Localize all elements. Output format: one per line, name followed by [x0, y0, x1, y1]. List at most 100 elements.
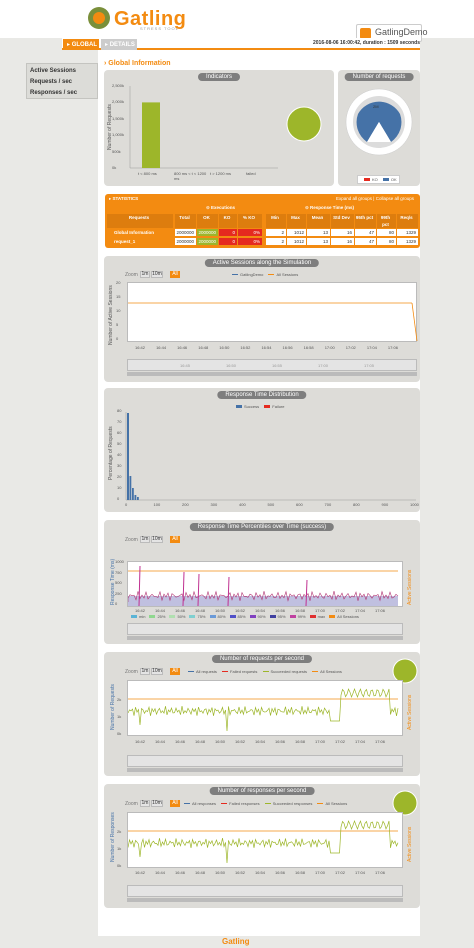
responses-per-sec-xtick: 16:48: [195, 870, 206, 875]
rt-percentiles-legend: min 25% 50% 75% 80% 85% 90% 95% 99% max All Sessio…: [127, 614, 403, 619]
rt-distribution-chart: [125, 412, 416, 501]
rt-percentiles-ytick: 250: [115, 590, 122, 596]
rt-percentiles-xtick: 16:58: [295, 608, 306, 613]
stats-cell: 2000000: [175, 238, 196, 245]
simulation-name: GatlingDemo: [375, 27, 428, 37]
footer-logo: Gatling: [222, 937, 250, 946]
legend-swatch-all-sessions: [329, 615, 336, 619]
requests-per-sec-xtick: 17:04: [355, 739, 366, 744]
zoom-1m-button[interactable]: 1m: [140, 271, 150, 278]
responses-per-sec-ytick: 2k: [117, 829, 122, 834]
indicators-ylabel: Number of Requests: [107, 104, 113, 150]
zoom-label: Zoom: [125, 537, 138, 543]
rt-distribution-ytick: 10: [117, 485, 122, 490]
sidebar-item-responses-sec[interactable]: Responses / sec: [30, 90, 77, 96]
active-sessions-xtick: 16:48: [198, 345, 209, 350]
stats-cell: 13: [307, 238, 330, 245]
requests-per-sec-legend: All requests Failed requests Succeeded r…: [184, 669, 342, 674]
rt-distribution-bar: [137, 497, 139, 500]
indicators-ytick: 2,000k: [112, 99, 125, 105]
rt-percentiles-ytick: 500: [115, 580, 122, 585]
rt-percentiles-y2label: Active Sessions: [407, 569, 413, 605]
requests-per-sec-xtick: 17:00: [315, 739, 326, 744]
zoom-10m-button[interactable]: 10m: [151, 271, 163, 278]
rt-percentiles-xtick: 16:50: [215, 608, 226, 613]
indicators-xtick: t < 800 ms: [138, 171, 157, 176]
zoom-all-button[interactable]: All: [170, 271, 180, 278]
indicators-xtick: 800 ms < t < 1200 ms: [174, 171, 207, 181]
stats-cell: 1329: [397, 229, 418, 236]
stats-header-cell: Max: [287, 214, 306, 228]
legend-swatch-25pct: [149, 615, 156, 619]
rt-distribution-xtick: 800: [353, 502, 360, 507]
rt-distribution-bar: [127, 413, 129, 500]
rt-distribution-ytick: 60: [117, 430, 122, 435]
legend-label: max: [317, 614, 326, 619]
rt-percentiles-xtick: 16:56: [275, 608, 286, 613]
sidebar-item-requests-sec[interactable]: Requests / sec: [30, 79, 72, 85]
responses-per-sec-y2label: Active Sessions: [407, 826, 413, 862]
stats-cell: 0: [219, 238, 237, 245]
stats-header-cell: Min: [266, 214, 286, 228]
tab-details[interactable]: ▸ DETAILS: [101, 39, 137, 50]
responses-per-sec-xtick: 16:56: [275, 870, 286, 875]
zoom-all-button[interactable]: All: [170, 800, 180, 807]
rt-distribution-xtick: 900: [381, 502, 389, 507]
requests-per-sec-plot: [127, 680, 403, 736]
rt-percentiles-scrollbar[interactable]: [127, 636, 403, 640]
stats-cell: 1012: [287, 238, 306, 245]
zoom-all-button[interactable]: All: [170, 668, 180, 675]
tab-global[interactable]: ▸ GLOBAL: [63, 39, 99, 50]
zoom-label: Zoom: [125, 669, 138, 675]
responses-per-sec-title: Number of responses per second: [209, 787, 315, 795]
legend-swatch-85pct: [229, 615, 236, 619]
requests-per-sec-scrollbar[interactable]: [127, 768, 403, 772]
stats-header-cell: Total: [175, 214, 196, 228]
stats-cell: 2000000: [197, 229, 218, 236]
stats-cell: 2000000: [175, 229, 196, 236]
active-sessions-ylabel: Number of Active Sessions: [108, 285, 114, 345]
zoom-all-button[interactable]: All: [170, 536, 180, 543]
rt-distribution-xtick: 600: [296, 502, 303, 507]
indicators-ytick: 500k: [112, 148, 121, 154]
stats-row-name[interactable]: Global Information: [107, 229, 173, 236]
legend-label: 90%: [257, 614, 266, 619]
stats-cell: 1329: [397, 238, 418, 245]
responses-per-sec-navigator[interactable]: [127, 885, 403, 897]
legend-swatch-succeeded-requests: [262, 671, 269, 673]
requests-per-sec-xtick: 16:44: [155, 739, 166, 744]
stats-expand-collapse[interactable]: Expand all groups | Collapse all groups: [336, 196, 414, 201]
rt-distribution-xtick: 1000: [410, 502, 419, 507]
zoom-1m-button[interactable]: 1m: [140, 668, 150, 675]
active-sessions-scrollbar[interactable]: [127, 372, 417, 376]
stats-header-cell[interactable]: Requests: [107, 214, 173, 228]
rt-percentiles-ytick: 0: [115, 601, 118, 606]
responses-per-sec-xtick: 16:46: [175, 870, 186, 875]
responses-per-sec-xtick: 16:42: [135, 870, 146, 875]
active-sessions-ytick: 5: [116, 322, 119, 327]
responses-per-sec-xtick: 17:06: [375, 870, 386, 875]
indicators-ytick: 1,500k: [112, 115, 125, 121]
stats-row-name[interactable]: request_1: [107, 238, 173, 245]
indicators-title: Indicators: [197, 73, 241, 81]
legend-swatch-gatlingdemo: [232, 274, 238, 276]
stats-cell: 16: [331, 238, 354, 245]
zoom-1m-button[interactable]: 1m: [140, 536, 150, 543]
zoom-10m-button[interactable]: 10m: [151, 800, 163, 807]
rt-percentiles-navigator[interactable]: [127, 623, 403, 635]
stats-cell: 0%: [238, 229, 262, 236]
active-sessions-plot: [127, 282, 418, 342]
zoom-10m-button[interactable]: 10m: [151, 536, 163, 543]
zoom-10m-button[interactable]: 10m: [151, 668, 163, 675]
rt-percentiles-xtick: 17:00: [315, 608, 326, 613]
responses-per-sec-scrollbar[interactable]: [127, 898, 403, 902]
zoom-1m-button[interactable]: 1m: [140, 800, 150, 807]
sidebar-item-active-sessions[interactable]: Active Sessions: [30, 68, 76, 74]
stats-group-response-time: ⊙ Response Time (ms): [305, 205, 354, 210]
stats-header-cell: 95th pct: [355, 214, 376, 228]
responses-per-sec-xtick: 16:54: [255, 870, 266, 875]
requests-per-sec-navigator[interactable]: [127, 755, 403, 767]
rt-distribution-ytick: 80: [117, 408, 122, 413]
responses-per-sec-xtick: 16:44: [155, 870, 166, 875]
legend-swatch-all-sessions: [317, 803, 324, 805]
